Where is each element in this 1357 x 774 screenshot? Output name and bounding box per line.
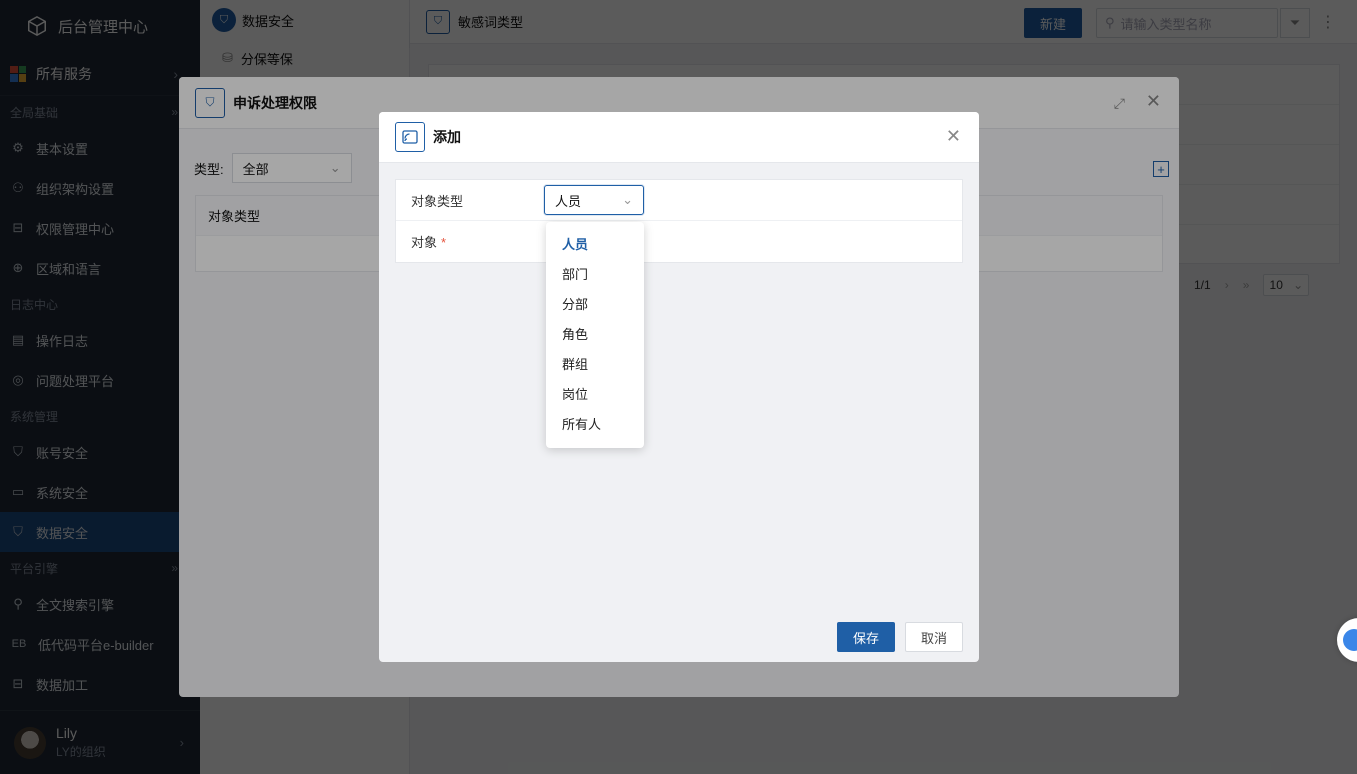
object-type-label: 对象类型 [411, 193, 464, 209]
object-label-text: 对象 [411, 235, 438, 250]
cast-icon [395, 122, 425, 152]
object-type-select[interactable]: 人员 ⌄ [544, 185, 644, 215]
object-type-value: 人员 [555, 193, 582, 209]
add-dialog: 添加 ✕ 对象类型 人员 ⌄ 对象 * 人员 部门 分部 角色 群组 岗位 所有人… [379, 112, 979, 662]
dropdown-option-group[interactable]: 群组 [546, 348, 644, 378]
dropdown-option-person[interactable]: 人员 [546, 228, 644, 258]
dialog-title: 添加 [433, 129, 461, 145]
dropdown-option-post[interactable]: 岗位 [546, 378, 644, 408]
dialog-header: 添加 [379, 112, 979, 163]
chevron-down-icon: ⌄ [622, 192, 633, 207]
dropdown-option-everyone[interactable]: 所有人 [546, 408, 644, 438]
close-icon[interactable]: ✕ [946, 126, 961, 147]
dropdown-option-role[interactable]: 角色 [546, 318, 644, 348]
save-button[interactable]: 保存 [837, 622, 895, 652]
dropdown-option-branch[interactable]: 分部 [546, 288, 644, 318]
form-row-object: 对象 * [396, 221, 962, 262]
dropdown-option-department[interactable]: 部门 [546, 258, 644, 288]
add-form: 对象类型 人员 ⌄ 对象 * [395, 179, 963, 263]
form-row-object-type: 对象类型 人员 ⌄ [396, 180, 962, 221]
assistant-icon [1343, 629, 1357, 651]
object-label: 对象 * [396, 232, 544, 251]
cancel-button[interactable]: 取消 [905, 622, 963, 652]
required-mark: * [441, 235, 447, 250]
object-type-dropdown: 人员 部门 分部 角色 群组 岗位 所有人 [546, 222, 644, 448]
